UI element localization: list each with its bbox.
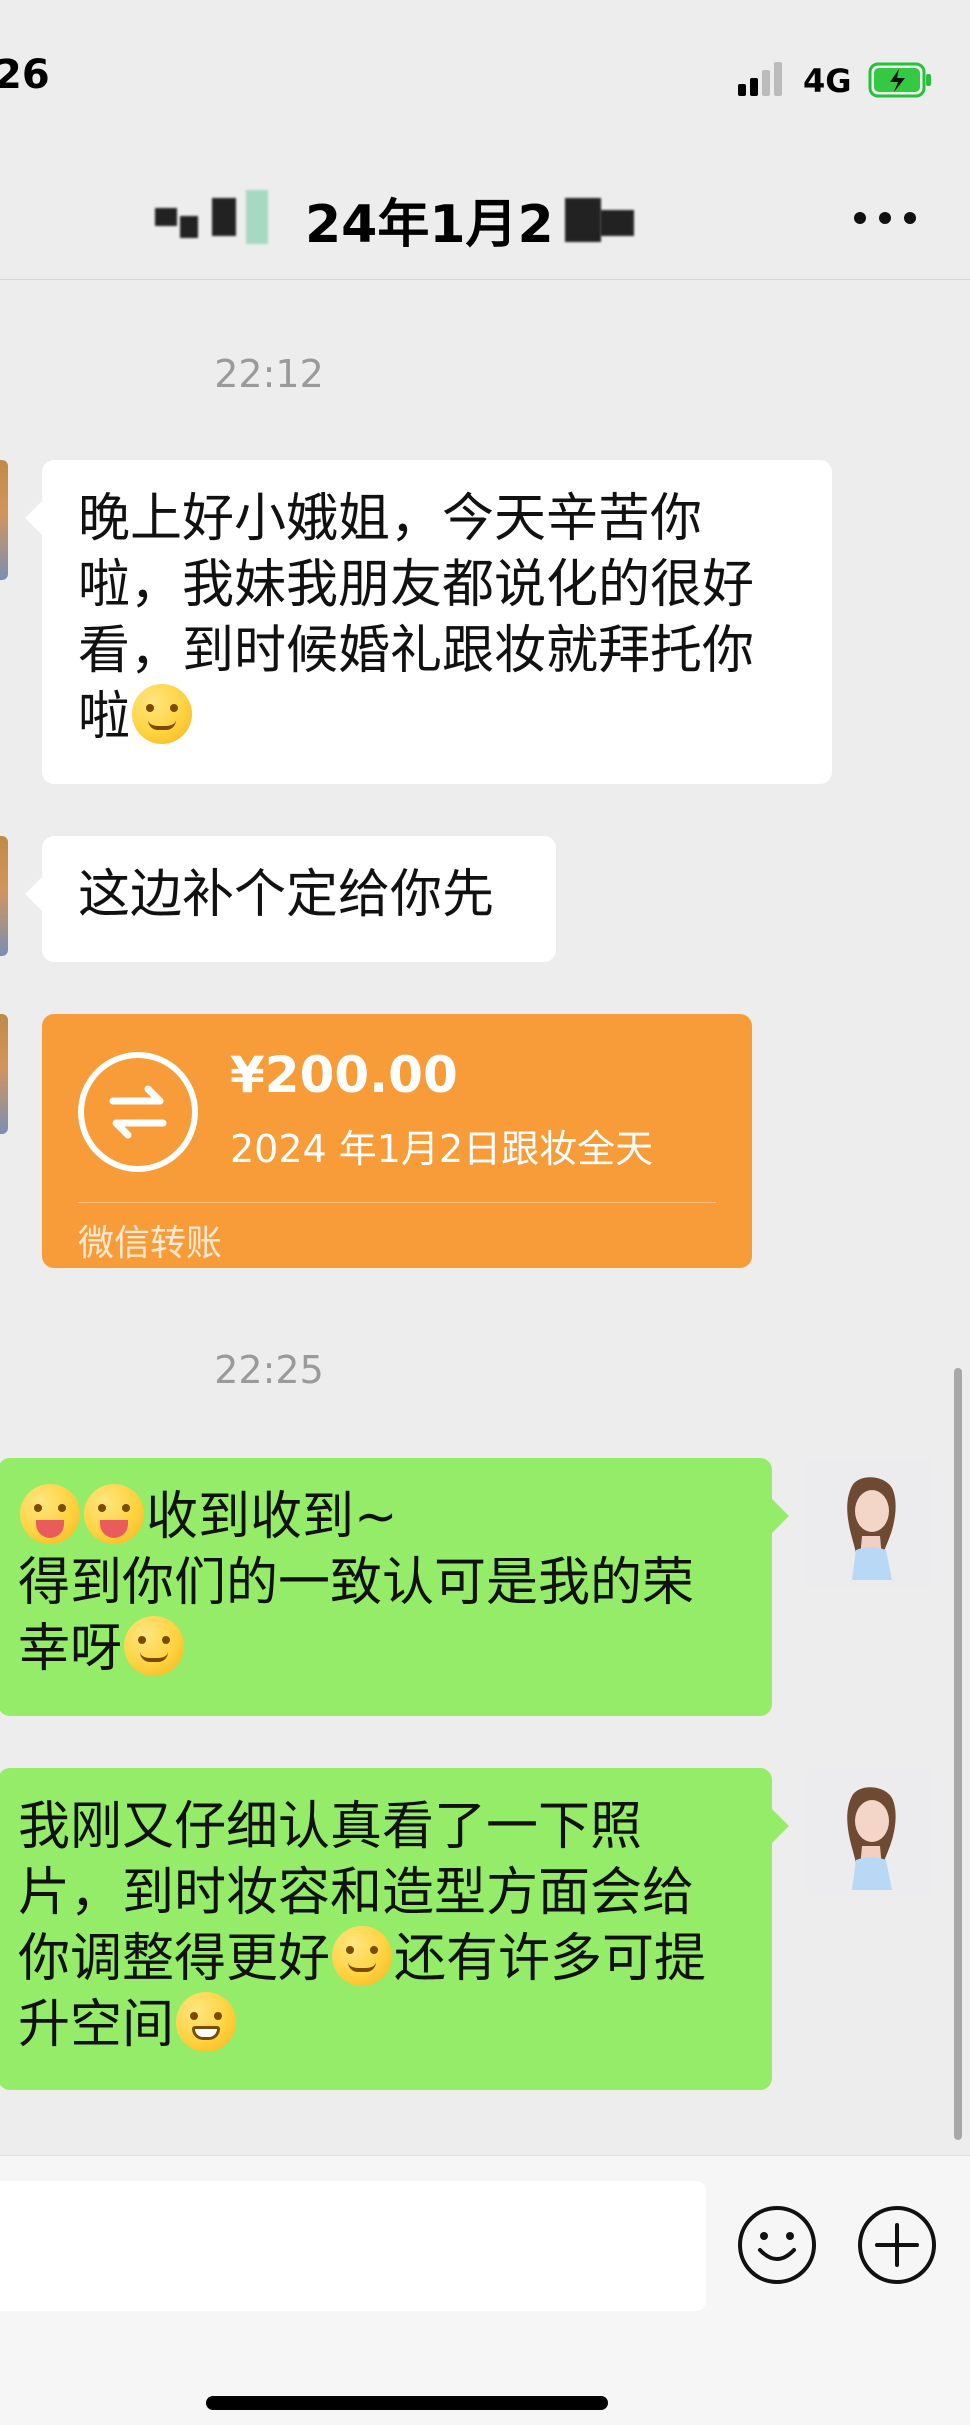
contact-avatar[interactable] [0, 836, 8, 956]
plus-icon [875, 2223, 919, 2267]
transfer-label: 微信转账 [78, 1223, 223, 1264]
home-indicator[interactable] [206, 2396, 608, 2410]
emoji-icon [758, 2232, 796, 2261]
redacted-name-block [565, 198, 601, 242]
redacted-name-block [212, 198, 236, 236]
timestamp: 22:25 [214, 1348, 324, 1392]
chat-message-list[interactable]: 22:12 晚上好小娥姐，今天辛苦你啦，我妹我朋友都说化的很好看，到时候婚礼跟妆… [0, 280, 970, 2155]
chat-header: 24年1月2 [0, 160, 970, 280]
smile-face-emoji [124, 1616, 185, 1676]
transfer-arrows-icon [78, 1052, 198, 1172]
more-dots-icon [879, 212, 891, 224]
redacted-name-block [180, 216, 198, 238]
emoji-button[interactable] [738, 2206, 816, 2284]
message-text: 这边补个定给你先 [78, 865, 495, 925]
chat-screen: 26 4G 24年1月2 22:12 晚上好小娥姐，今天辛苦你啦，我妹我朋友都说… [0, 0, 970, 2425]
network-label: 4G [803, 62, 852, 100]
user-avatar[interactable] [806, 1458, 934, 1586]
message-text: 得到你们的一致认可是我的荣幸呀 [18, 1553, 695, 1679]
timestamp: 22:12 [214, 352, 324, 396]
thinking-face-emoji [332, 1926, 393, 1986]
bubble-tail [755, 1499, 789, 1533]
contact-avatar[interactable] [0, 460, 8, 580]
more-dots-icon [854, 212, 866, 224]
transfer-note: 2024 年1月2日跟妆全天 [230, 1127, 654, 1171]
divider [78, 1202, 716, 1203]
status-time: 26 [0, 52, 50, 98]
message-bubble[interactable]: 收到收到~ 得到你们的一致认可是我的荣幸呀 [0, 1458, 789, 1716]
tongue-face-emoji [84, 1484, 144, 1544]
bubble-tail [25, 877, 59, 911]
bubble-tail [755, 1809, 789, 1843]
scrollbar[interactable] [954, 1368, 962, 2140]
redacted-name-block [155, 208, 177, 226]
wechat-transfer-card[interactable]: ¥200.00 2024 年1月2日跟妆全天 微信转账 [42, 1014, 752, 1268]
message-bubble[interactable]: 我刚又仔细认真看了一下照片，到时妆容和造型方面会给你调整得更好 还有许多可提升空间 [0, 1768, 789, 2090]
more-dots-icon [904, 212, 916, 224]
contact-title[interactable]: 24年1月2 [150, 180, 690, 260]
message-input[interactable] [0, 2181, 706, 2311]
battery-charging-icon [868, 62, 934, 98]
signal-icon [738, 62, 786, 96]
more-options-button[interactable] [850, 206, 920, 230]
redacted-name-block [600, 210, 634, 236]
transfer-amount: ¥200.00 [230, 1046, 458, 1104]
grin-face-emoji [176, 1992, 237, 2052]
bubble-tail [25, 501, 59, 535]
redacted-name-block [246, 190, 268, 244]
tongue-face-emoji [20, 1484, 80, 1544]
message-text: 收到收到~ [146, 1487, 398, 1547]
page-title: 24年1月2 [305, 195, 554, 255]
user-avatar[interactable] [806, 1768, 934, 1896]
more-functions-button[interactable] [858, 2206, 936, 2284]
contact-avatar[interactable] [0, 1014, 8, 1134]
message-bubble[interactable]: 这边补个定给你先 [25, 836, 556, 962]
message-bubble[interactable]: 晚上好小娥姐，今天辛苦你啦，我妹我朋友都说化的很好看，到时候婚礼跟妆就拜托你啦 [25, 460, 832, 784]
smirk-face-emoji [132, 684, 193, 744]
input-bar [0, 2155, 970, 2425]
status-bar: 26 4G [0, 0, 970, 160]
